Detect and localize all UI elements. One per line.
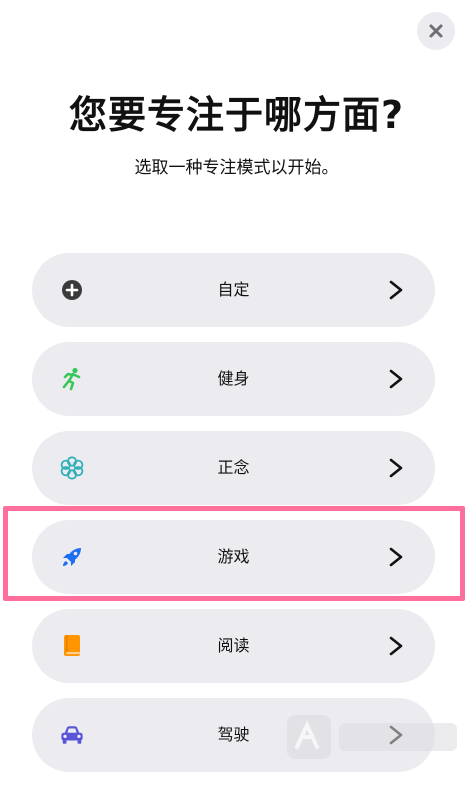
- page-subtitle: 选取一种专注模式以开始。: [134, 158, 339, 178]
- focus-option-mindfulness[interactable]: 正念: [32, 431, 435, 505]
- page-title: 您要专注于哪方面?: [68, 93, 405, 137]
- chevron-right-icon: [389, 636, 403, 656]
- chevron-right-icon: [389, 280, 403, 300]
- close-button[interactable]: [417, 12, 455, 50]
- watermark-logo: [287, 715, 457, 759]
- focus-option-reading[interactable]: 阅读: [32, 609, 435, 683]
- chevron-right-icon: [389, 458, 403, 478]
- close-icon: [429, 24, 443, 38]
- focus-option-label: 自定: [217, 280, 250, 299]
- focus-option-label: 健身: [217, 369, 250, 388]
- focus-option-fitness[interactable]: 健身: [32, 342, 435, 416]
- focus-option-custom[interactable]: 自定: [32, 253, 435, 327]
- focus-option-label: 正念: [217, 458, 250, 477]
- focus-option-label: 阅读: [217, 636, 250, 655]
- chevron-right-icon: [389, 369, 403, 389]
- highlight-box: [3, 506, 465, 601]
